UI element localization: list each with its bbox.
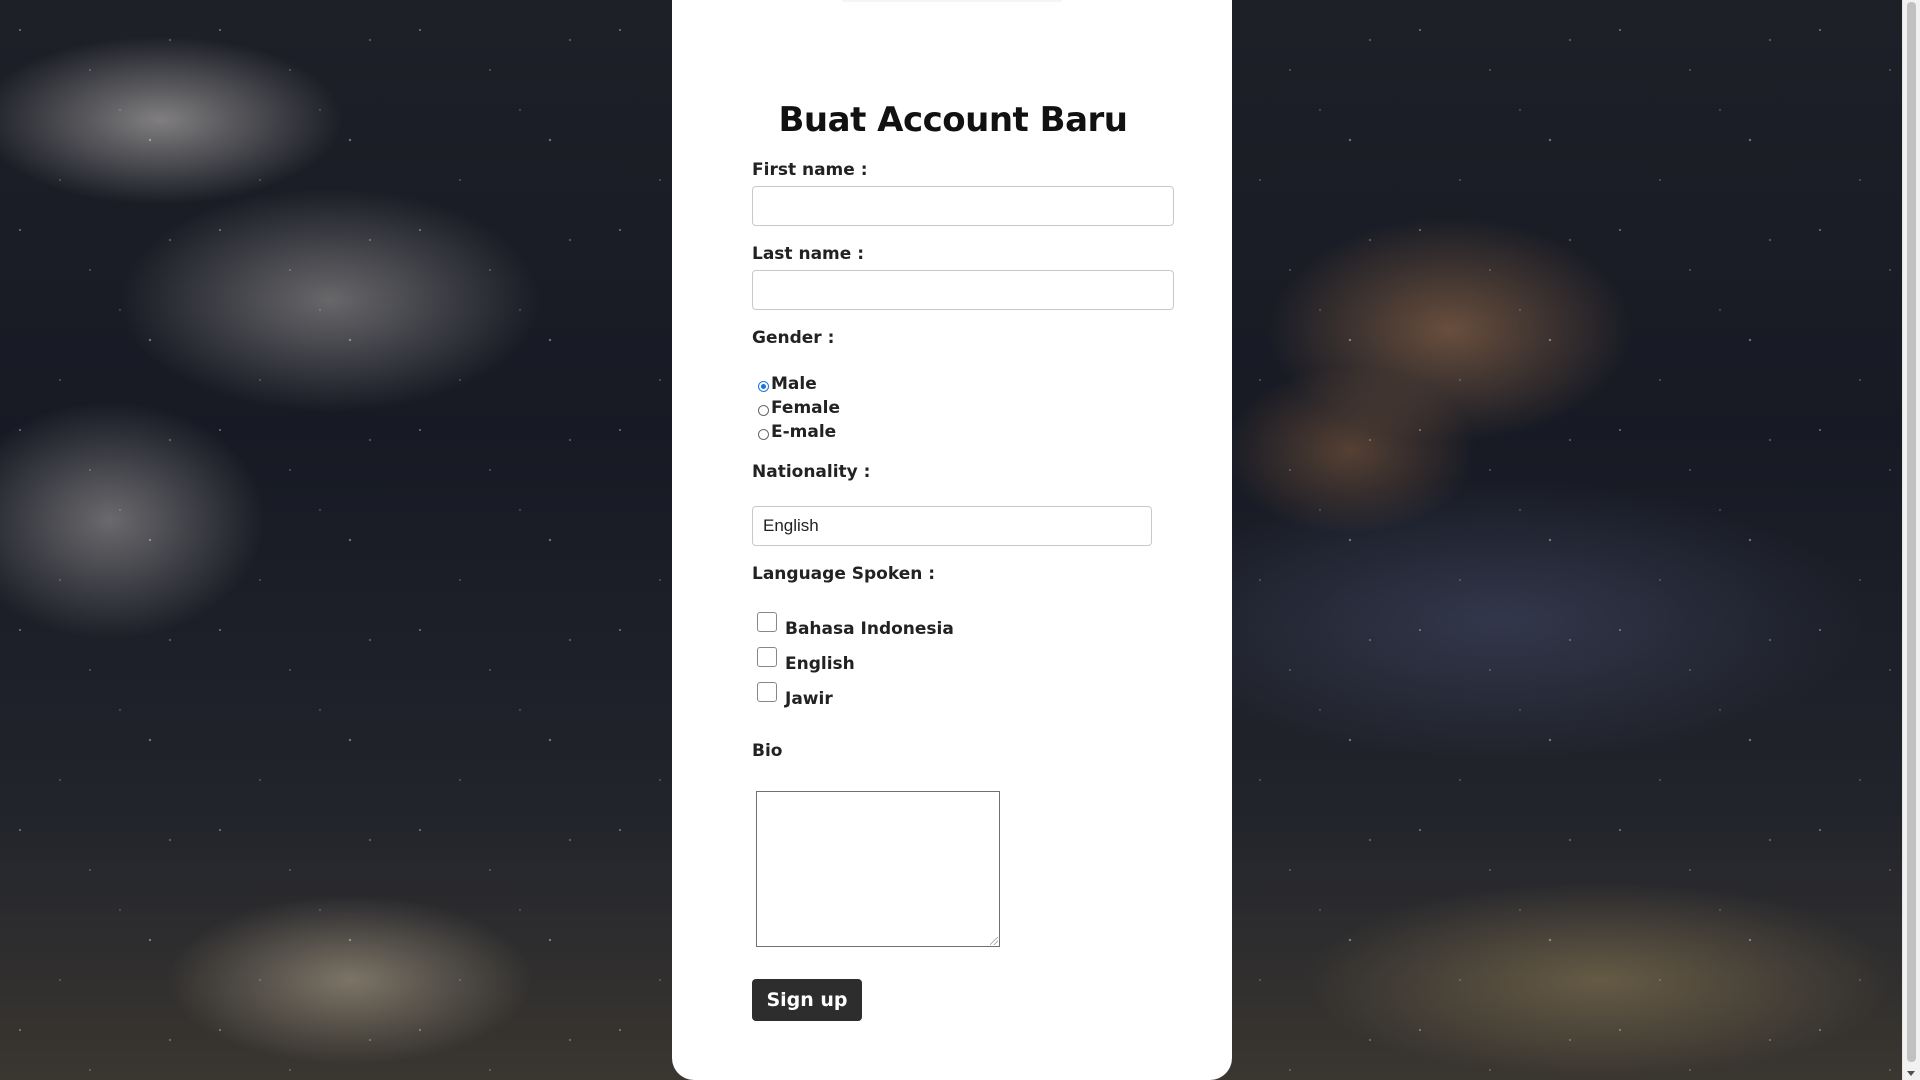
page-scrollbar[interactable] [1902, 0, 1920, 1080]
scrollbar-thumb[interactable] [1907, 2, 1916, 1062]
gender-option-label: Female [771, 398, 840, 418]
language-label: Language Spoken : [752, 564, 936, 584]
gender-option-emale[interactable]: E-male [752, 420, 1174, 444]
card-top-decoration [842, 0, 1062, 2]
language-option-english[interactable]: English [752, 647, 1174, 682]
checkbox-english[interactable] [757, 647, 777, 667]
nationality-select[interactable]: English [752, 506, 1152, 546]
radio-male[interactable] [758, 380, 769, 392]
gender-option-label: E-male [771, 422, 837, 442]
language-option-label: English [785, 654, 855, 674]
language-option-bahasa[interactable]: Bahasa Indonesia [752, 612, 1174, 647]
gender-option-label: Male [771, 374, 817, 394]
scroll-down-icon[interactable] [1907, 1071, 1915, 1076]
language-option-jawir[interactable]: Jawir [752, 682, 1174, 717]
language-option-label: Jawir [785, 689, 833, 709]
signup-card: Buat Account Baru First name : Last name… [672, 0, 1232, 1080]
nationality-label: Nationality : [752, 462, 871, 482]
gender-option-male[interactable]: Male [752, 372, 1174, 396]
last-name-label: Last name : [752, 244, 865, 264]
last-name-input[interactable] [752, 270, 1174, 310]
resize-grip-icon[interactable] [990, 937, 998, 945]
gender-radio-group: Male Female E-male [752, 372, 1174, 444]
nationality-selected-value: English [763, 516, 819, 535]
gender-option-female[interactable]: Female [752, 396, 1174, 420]
language-checkbox-group: Bahasa Indonesia English Jawir [752, 612, 1174, 717]
bio-label: Bio [752, 741, 783, 761]
bio-textarea[interactable] [756, 791, 1000, 947]
signup-button[interactable]: Sign up [752, 979, 862, 1021]
gender-label: Gender : [752, 328, 835, 348]
checkbox-jawir[interactable] [757, 682, 777, 702]
first-name-input[interactable] [752, 186, 1174, 226]
checkbox-bahasa-indonesia[interactable] [757, 612, 777, 632]
radio-emale[interactable] [758, 428, 769, 440]
radio-female[interactable] [758, 404, 769, 416]
language-option-label: Bahasa Indonesia [785, 619, 954, 639]
page-title: Buat Account Baru [778, 100, 1128, 140]
first-name-label: First name : [752, 160, 868, 180]
